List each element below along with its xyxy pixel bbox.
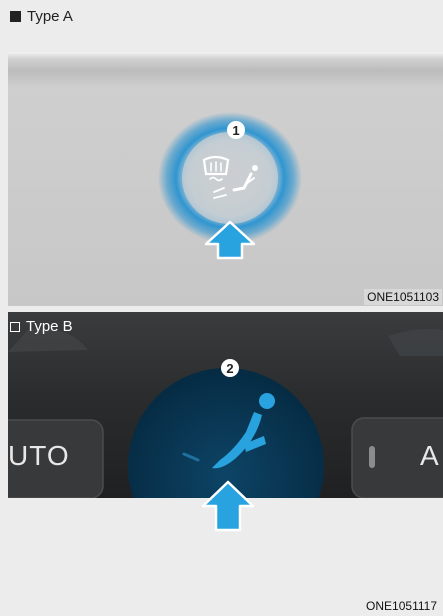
empty-square-icon — [10, 321, 20, 332]
callout-number-2: 2 — [226, 361, 233, 376]
up-arrow-icon — [201, 480, 255, 532]
panel-a-illustration: 1 — [158, 112, 302, 260]
auto-button-right-text: A — [420, 440, 440, 471]
figure-code-b: ONE1051117 — [366, 599, 437, 613]
callout-number-1: 1 — [232, 123, 239, 138]
auto-button-left-text: UTO — [8, 440, 70, 471]
indicator-light — [369, 446, 375, 468]
panel-b-illustration: 2 — [8, 312, 443, 498]
figure-type-a: Type A 1 ONE1051103 — [8, 0, 443, 306]
figure-code-a: ONE1051103 — [364, 289, 442, 305]
up-arrow-b-wrapper — [201, 480, 255, 532]
figure-type-b: 2 Type B UTO A — [8, 312, 443, 498]
type-b-label: Type B — [10, 318, 73, 335]
